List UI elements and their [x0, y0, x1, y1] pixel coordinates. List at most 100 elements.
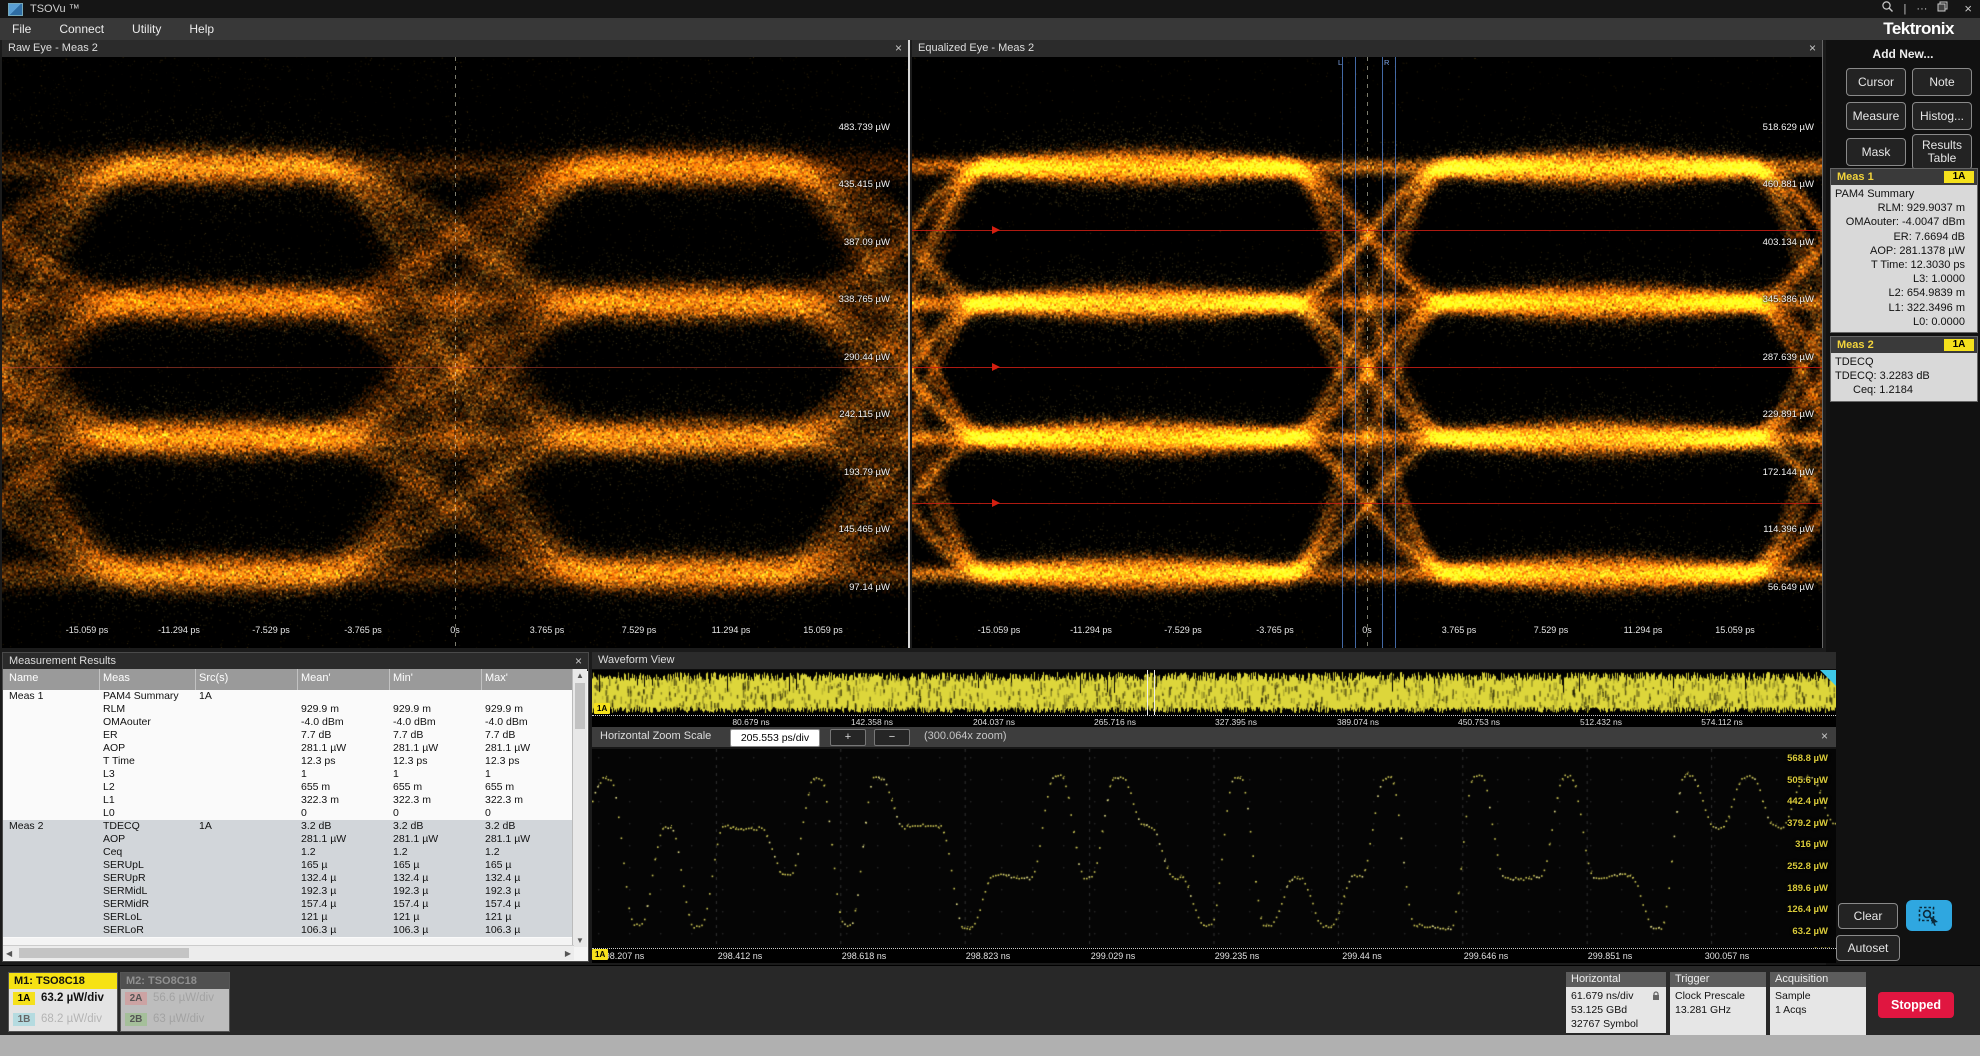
- module1-card[interactable]: M1: TSO8C18 1A63.2 µW/div1B68.2 µW/div: [8, 972, 118, 1032]
- channel-badge: 1A: [13, 992, 35, 1005]
- scroll-left-icon[interactable]: ◀: [6, 949, 12, 958]
- add-measure-button[interactable]: Measure: [1846, 102, 1906, 130]
- table-cell-mean: 106.3 µ: [301, 924, 336, 937]
- channel-row[interactable]: 2A56.6 µW/div: [121, 989, 229, 1010]
- raw-eye-close-button[interactable]: ×: [895, 41, 902, 55]
- table-row[interactable]: AOP281.1 µW281.1 µW281.1 µW: [3, 833, 574, 846]
- results-table-body[interactable]: Meas 1PAM4 Summary1ARLM929.9 m929.9 m929…: [3, 690, 574, 938]
- module2-card[interactable]: M2: TSO8C18 2A56.6 µW/div2B63 µW/div: [120, 972, 230, 1032]
- table-row[interactable]: Meas 2TDECQ1A3.2 dB3.2 dB3.2 dB: [3, 820, 574, 833]
- zoom-waveform-canvas[interactable]: [592, 749, 1836, 948]
- table-row[interactable]: L3111: [3, 768, 574, 781]
- channel-row[interactable]: 2B63 µW/div: [121, 1010, 229, 1031]
- meas2-badge-panel[interactable]: Meas 2 1A TDECQTDECQ: 3.2283 dBCeq: 1.21…: [1830, 336, 1978, 402]
- table-cell-max: 132.4 µ: [485, 872, 520, 885]
- table-row[interactable]: L1322.3 m322.3 m322.3 m: [3, 794, 574, 807]
- zoom-select-icon: [1918, 906, 1940, 926]
- zoom-magnifier-icon[interactable]: [1881, 0, 1894, 18]
- zoom-scale-input[interactable]: [730, 729, 820, 747]
- table-row[interactable]: SERUpR132.4 µ132.4 µ132.4 µ: [3, 872, 574, 885]
- table-cell-min: 12.3 ps: [393, 755, 427, 768]
- table-cell-mean: 281.1 µW: [301, 833, 346, 846]
- close-window-button[interactable]: ×: [1964, 1, 1972, 17]
- scroll-up-icon[interactable]: ▲: [576, 671, 584, 680]
- titlebar-divider: |: [1904, 1, 1907, 17]
- table-cell-max: 322.3 m: [485, 794, 523, 807]
- table-row[interactable]: SERMidR157.4 µ157.4 µ157.4 µ: [3, 898, 574, 911]
- info-line: 32767 Symbol: [1571, 1017, 1666, 1031]
- table-row[interactable]: T Time12.3 ps12.3 ps12.3 ps: [3, 755, 574, 768]
- table-cell-max: 281.1 µW: [485, 742, 530, 755]
- add-mask-button[interactable]: Mask: [1846, 138, 1906, 166]
- channel-row[interactable]: 1A63.2 µW/div: [9, 989, 117, 1010]
- menu-utility[interactable]: Utility: [132, 22, 161, 36]
- menu-help[interactable]: Help: [189, 22, 214, 36]
- column-header-min[interactable]: Min': [393, 672, 413, 684]
- column-header-meas[interactable]: Meas: [103, 672, 130, 684]
- results-horizontal-scrollbar[interactable]: ◀ ▶: [3, 945, 574, 960]
- acquisition-card-title: Acquisition: [1770, 972, 1866, 987]
- run-state-button[interactable]: Stopped: [1878, 992, 1954, 1018]
- results-vertical-scrollbar[interactable]: ▲ ▼: [572, 669, 587, 947]
- vscroll-thumb[interactable]: [575, 683, 585, 729]
- table-row[interactable]: L2655 m655 m655 m: [3, 781, 574, 794]
- menubar: File Connect Utility Help: [0, 18, 1980, 40]
- horizontal-card-body: 61.679 ns/div53.125 GBd32767 Symbol: [1566, 987, 1666, 1033]
- column-header-mean[interactable]: Mean': [301, 672, 331, 684]
- axis-tick-label: 299.029 ns: [1091, 951, 1136, 961]
- table-row[interactable]: SERLoR106.3 µ106.3 µ106.3 µ: [3, 924, 574, 937]
- channel-row[interactable]: 1B68.2 µW/div: [9, 1010, 117, 1031]
- add-results-table-button[interactable]: Results Table: [1912, 134, 1972, 170]
- table-row[interactable]: ER7.7 dB7.7 dB7.7 dB: [3, 729, 574, 742]
- table-row[interactable]: OMAouter-4.0 dBm-4.0 dBm-4.0 dBm: [3, 716, 574, 729]
- measurement-results-close-button[interactable]: ×: [575, 654, 582, 668]
- equalized-eye-canvas[interactable]: [912, 57, 1822, 648]
- equalized-eye-close-button[interactable]: ×: [1809, 41, 1816, 55]
- zoom-viewport-marker[interactable]: [1147, 670, 1155, 715]
- add-cursor-button[interactable]: Cursor: [1846, 68, 1906, 96]
- clear-button[interactable]: Clear: [1838, 903, 1898, 929]
- table-row[interactable]: SERUpL165 µ165 µ165 µ: [3, 859, 574, 872]
- table-row[interactable]: SERLoL121 µ121 µ121 µ: [3, 911, 574, 924]
- table-row[interactable]: AOP281.1 µW281.1 µW281.1 µW: [3, 742, 574, 755]
- horizontal-settings-card[interactable]: Horizontal 61.679 ns/div53.125 GBd32767 …: [1566, 972, 1666, 1034]
- zoom-out-button[interactable]: −: [874, 729, 910, 746]
- hscroll-thumb[interactable]: [19, 948, 189, 958]
- more-options-button[interactable]: ···: [1916, 1, 1927, 17]
- table-cell-mean: 1: [301, 768, 307, 781]
- table-row[interactable]: RLM929.9 m929.9 m929.9 m: [3, 703, 574, 716]
- trigger-settings-card[interactable]: Trigger Clock Prescale13.281 GHz: [1670, 972, 1766, 1034]
- scroll-right-icon[interactable]: ▶: [565, 949, 571, 958]
- module2-title[interactable]: M2: TSO8C18: [121, 973, 229, 989]
- acquisition-settings-card[interactable]: Acquisition Sample1 Acqs: [1770, 972, 1866, 1034]
- column-header-srcs[interactable]: Src(s): [199, 672, 228, 684]
- table-row[interactable]: SERMidL192.3 µ192.3 µ192.3 µ: [3, 885, 574, 898]
- table-row[interactable]: L0000: [3, 807, 574, 820]
- record-end-marker-icon: [1820, 670, 1836, 686]
- menu-file[interactable]: File: [12, 22, 31, 36]
- module1-title[interactable]: M1: TSO8C18: [9, 973, 117, 989]
- zoom-view-close-button[interactable]: ×: [1821, 729, 1828, 743]
- meas1-badge-panel[interactable]: Meas 1 1A PAM4 SummaryRLM: 929.9037 mOMA…: [1830, 168, 1978, 333]
- meas1-source-badge: 1A: [1944, 171, 1974, 183]
- column-header-name[interactable]: Name: [9, 672, 38, 684]
- table-cell-meas: L3: [103, 768, 115, 781]
- raw-eye-canvas[interactable]: [2, 57, 908, 648]
- table-row[interactable]: Ceq1.21.21.2: [3, 846, 574, 859]
- waveform-overview-canvas[interactable]: [592, 670, 1836, 715]
- scroll-down-icon[interactable]: ▼: [576, 936, 584, 945]
- add-histogram-button[interactable]: Histog...: [1912, 102, 1972, 130]
- table-row[interactable]: Meas 1PAM4 Summary1A: [3, 690, 574, 703]
- table-cell-name: Meas 1: [9, 690, 43, 703]
- zoom-select-tool-button[interactable]: [1906, 900, 1952, 931]
- menu-connect[interactable]: Connect: [59, 22, 104, 36]
- column-header-max[interactable]: Max': [485, 672, 508, 684]
- table-cell-max: 106.3 µ: [485, 924, 520, 937]
- restore-window-icon[interactable]: [1937, 1, 1948, 17]
- equalized-eye-title: Equalized Eye - Meas 2: [918, 42, 1034, 54]
- zoom-in-button[interactable]: +: [830, 729, 866, 746]
- add-note-button[interactable]: Note: [1912, 68, 1972, 96]
- table-cell-mean: 281.1 µW: [301, 742, 346, 755]
- autoset-button[interactable]: Autoset: [1836, 935, 1900, 961]
- info-line: 53.125 GBd: [1571, 1003, 1666, 1017]
